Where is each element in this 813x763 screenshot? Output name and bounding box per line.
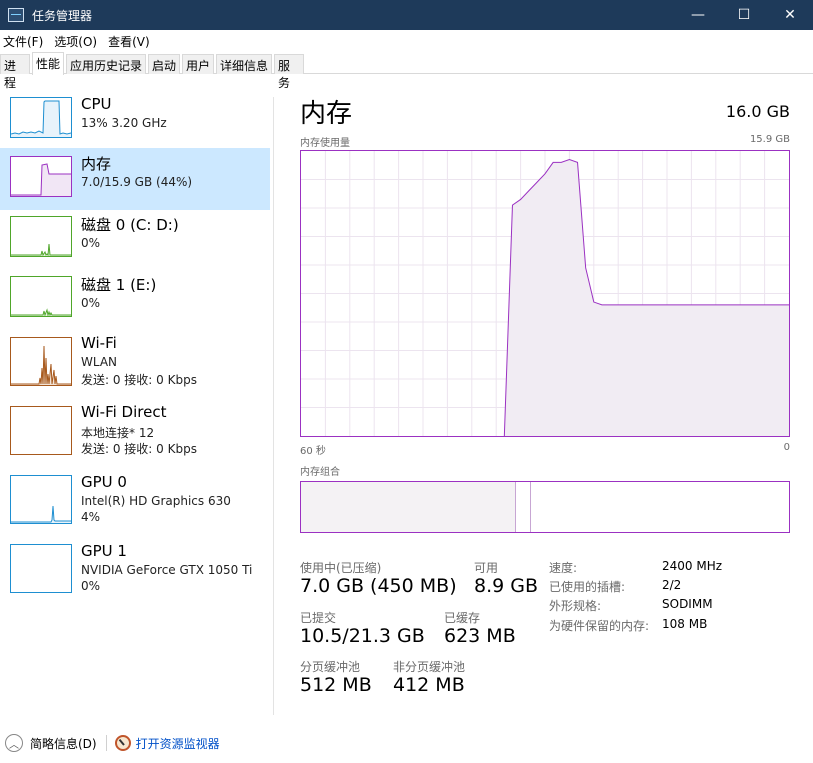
composition-modified[interactable] <box>516 482 531 532</box>
disk-0-thumbnail <box>10 216 72 257</box>
sidebar-item-title: 磁盘 0 (C: D:) <box>81 216 179 234</box>
close-button[interactable]: ✕ <box>767 0 813 30</box>
cached-label: 已缓存 <box>444 611 481 625</box>
sidebar-item-throughput: 发送: 0 接收: 0 Kbps <box>81 373 197 387</box>
graph-axis-left: 60 秒 <box>300 446 326 457</box>
cpu-thumbnail <box>10 97 72 138</box>
sidebar-divider[interactable] <box>273 97 274 715</box>
sidebar-item-title: 磁盘 1 (E:) <box>81 276 157 294</box>
tab-details[interactable]: 详细信息 <box>216 54 272 74</box>
sidebar-item-disk-0[interactable]: 磁盘 0 (C: D:) 0% <box>0 210 270 272</box>
form-factor-value: SODIMM <box>662 597 713 611</box>
sidebar-item-usage: 0% <box>81 579 101 593</box>
tab-performance[interactable]: 性能 <box>32 52 64 75</box>
sidebar-item-gpu-1[interactable]: GPU 1 NVIDIA GeForce GTX 1050 Ti 0% <box>0 539 270 601</box>
sidebar-item-title: CPU <box>81 95 112 113</box>
memory-usage-area <box>504 159 789 436</box>
form-factor-label: 外形规格: <box>549 599 602 613</box>
usage-graph-label: 内存使用量 <box>300 138 350 149</box>
menu-view[interactable]: 查看(V) <box>105 33 154 50</box>
window-controls: — ☐ ✕ <box>675 0 813 30</box>
menu-options[interactable]: 选项(O) <box>51 33 101 50</box>
usage-graph-max: 15.9 GB <box>749 134 790 145</box>
menu-file[interactable]: 文件(F) <box>0 33 47 50</box>
sidebar-item-usage: 4% <box>81 510 101 524</box>
sidebar-item-subtitle: 0% <box>81 296 101 310</box>
menu-bar: 文件(F) 选项(O) 查看(V) <box>0 30 813 52</box>
chevron-up-icon[interactable]: ︿ <box>5 734 23 752</box>
footer: ︿ 简略信息(D) 打开资源监视器 <box>0 730 813 756</box>
maximize-button[interactable]: ☐ <box>721 0 767 30</box>
memory-total: 16.0 GB <box>725 102 790 121</box>
sidebar-item-title: Wi-Fi <box>81 334 117 352</box>
sidebar-item-subtitle: Intel(R) HD Graphics 630 <box>81 494 231 508</box>
sidebar-item-title: 内存 <box>81 155 112 173</box>
nonpaged-pool-label: 非分页缓冲池 <box>393 660 466 674</box>
in-use-label: 使用中(已压缩) <box>300 561 382 575</box>
composition-label: 内存组合 <box>300 467 340 478</box>
tab-users[interactable]: 用户 <box>182 54 214 74</box>
composition-in-use[interactable] <box>301 482 517 532</box>
available-label: 可用 <box>474 561 499 575</box>
committed-value: 10.5/21.3 GB <box>300 625 425 647</box>
minimize-button[interactable]: — <box>675 0 721 30</box>
sidebar-item-cpu[interactable]: CPU 13% 3.20 GHz <box>0 90 270 152</box>
sidebar-item-subtitle: WLAN <box>81 355 118 369</box>
sidebar-item-subtitle: 0% <box>81 236 101 250</box>
wifi-thumbnail <box>10 337 72 386</box>
sidebar-item-wifi[interactable]: Wi-Fi WLAN 发送: 0 接收: 0 Kbps <box>0 330 270 392</box>
available-value: 8.9 GB <box>474 575 539 597</box>
tab-processes[interactable]: 进程 <box>0 54 30 90</box>
tab-startup[interactable]: 启动 <box>148 54 180 74</box>
gpu-1-thumbnail <box>10 544 72 593</box>
title-bar: 任务管理器 — ☐ ✕ <box>0 0 813 30</box>
in-use-value: 7.0 GB (450 MB) <box>300 575 457 597</box>
sidebar-item-disk-1[interactable]: 磁盘 1 (E:) 0% <box>0 270 270 332</box>
tab-bar: 进程 性能 应用历史记录 启动 用户 详细信息 服务 <box>0 52 813 90</box>
graph-axis-right: 0 <box>783 442 790 453</box>
nonpaged-pool-value: 412 MB <box>393 674 465 696</box>
gpu-0-thumbnail <box>10 475 72 524</box>
paged-pool-value: 512 MB <box>300 674 372 696</box>
slots-used-label: 已使用的插槽: <box>549 580 626 594</box>
memory-thumbnail <box>10 156 72 197</box>
committed-label: 已提交 <box>300 611 337 625</box>
hardware-reserved-value: 108 MB <box>662 617 708 631</box>
fewer-details-button[interactable]: 简略信息(D) <box>30 735 97 752</box>
sidebar-item-subtitle: NVIDIA GeForce GTX 1050 Ti <box>81 563 253 577</box>
wifi-direct-thumbnail <box>10 406 72 455</box>
sidebar-item-title: Wi-Fi Direct <box>81 403 167 421</box>
hardware-reserved-label: 为硬件保留的内存: <box>549 619 650 633</box>
memory-usage-chart <box>301 151 789 436</box>
paged-pool-label: 分页缓冲池 <box>300 660 361 674</box>
memory-composition-bar <box>300 481 790 533</box>
sidebar-item-throughput: 发送: 0 接收: 0 Kbps <box>81 442 197 456</box>
sidebar-item-title: GPU 0 <box>81 473 127 491</box>
panel-title: 内存 <box>300 99 353 129</box>
cached-value: 623 MB <box>444 625 516 647</box>
task-manager-icon <box>8 8 24 22</box>
resource-monitor-icon[interactable] <box>114 735 131 751</box>
footer-separator <box>105 735 107 751</box>
open-resource-monitor-link[interactable]: 打开资源监视器 <box>136 735 220 752</box>
sidebar-item-subtitle: 13% 3.20 GHz <box>81 116 167 130</box>
sidebar-item-subtitle: 7.0/15.9 GB (44%) <box>81 175 193 189</box>
tab-services[interactable]: 服务 <box>274 54 304 90</box>
disk-1-thumbnail <box>10 276 72 317</box>
sidebar-item-memory[interactable]: 内存 7.0/15.9 GB (44%) <box>0 148 270 210</box>
sidebar-item-wifi-direct[interactable]: Wi-Fi Direct 本地连接* 12 发送: 0 接收: 0 Kbps <box>0 400 270 462</box>
slots-used-value: 2/2 <box>662 578 682 592</box>
sidebar-item-gpu-0[interactable]: GPU 0 Intel(R) HD Graphics 630 4% <box>0 470 270 532</box>
sidebar-item-subtitle: 本地连接* 12 <box>81 426 155 440</box>
speed-value: 2400 MHz <box>662 559 723 573</box>
memory-usage-graph <box>300 150 790 437</box>
window-title: 任务管理器 <box>32 8 93 23</box>
speed-label: 速度: <box>549 561 578 575</box>
sidebar-item-title: GPU 1 <box>81 542 127 560</box>
tab-app-history[interactable]: 应用历史记录 <box>66 54 146 74</box>
